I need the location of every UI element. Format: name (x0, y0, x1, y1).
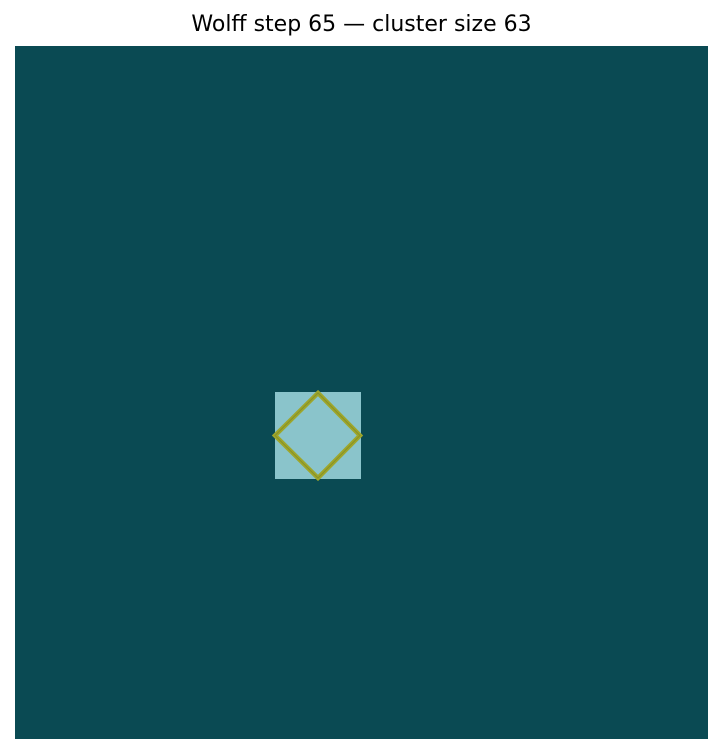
lattice-plot (15, 46, 708, 739)
lattice-background (15, 46, 708, 739)
flipped-cluster-region (275, 392, 361, 479)
figure-title: Wolff step 65 — cluster size 63 (191, 12, 532, 37)
